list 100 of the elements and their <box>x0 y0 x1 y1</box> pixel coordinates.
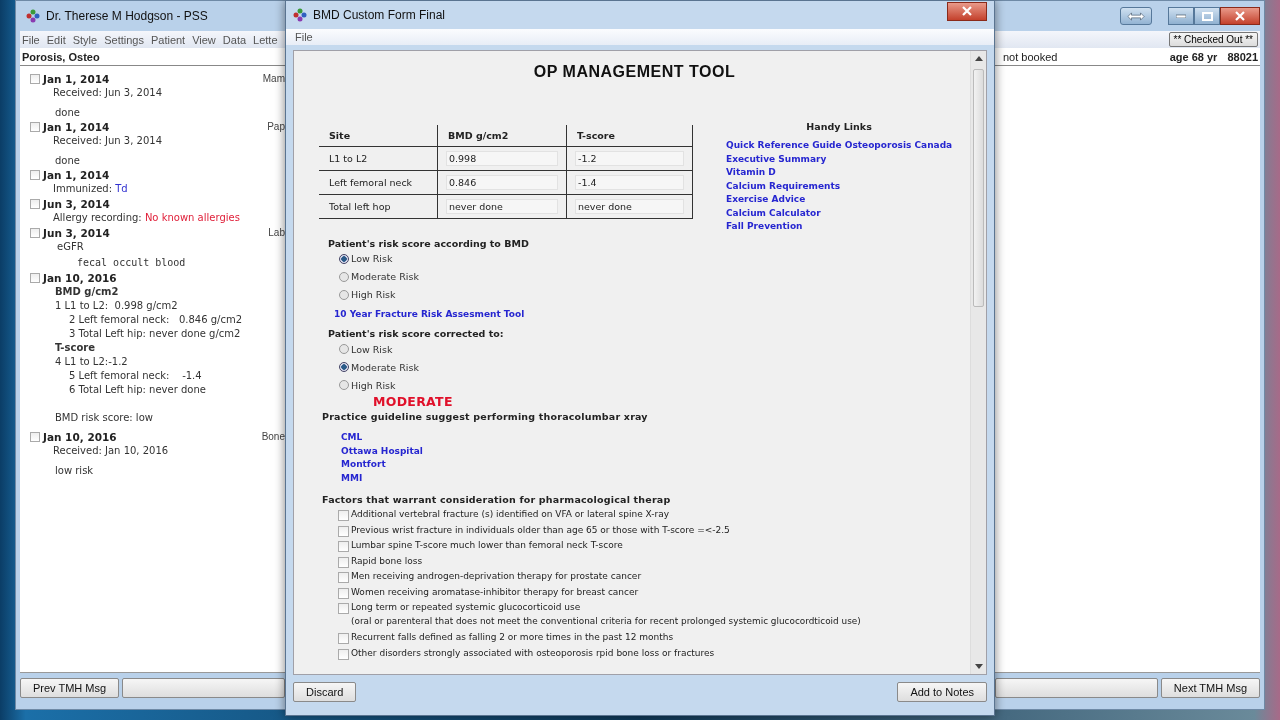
record-line: Immunized: Td <box>53 182 128 196</box>
radio-option[interactable]: Low Risk <box>339 340 419 358</box>
radio-option[interactable]: Moderate Risk <box>339 267 419 286</box>
scroll-thumb[interactable] <box>973 69 984 307</box>
menu-item[interactable]: Edit <box>46 33 66 46</box>
prev-message-button[interactable]: Prev TMH Msg <box>20 678 120 698</box>
section-label: Patient's risk score corrected to: <box>328 328 504 339</box>
record-line: done <box>55 106 80 119</box>
checkbox[interactable] <box>30 272 40 283</box>
link[interactable]: Calcium Calculator <box>726 206 821 220</box>
link[interactable]: Quick Reference Guide Osteoporosis Canada <box>726 139 953 153</box>
record-line: done <box>55 154 80 167</box>
factor-label: Previous wrist fracture in individuals older than age 65 or those with T-score =<-2.5 <box>351 523 730 537</box>
input-field[interactable]: -1.4 <box>575 175 684 190</box>
radio-option[interactable]: High Risk <box>339 285 419 304</box>
input-field[interactable]: 0.846 <box>446 175 558 190</box>
radio-option[interactable]: High Risk <box>339 376 419 394</box>
entry-type: Pap <box>267 121 285 132</box>
swap-button[interactable] <box>1120 7 1152 25</box>
blank-button[interactable] <box>122 678 285 698</box>
link[interactable]: Ottawa Hospital <box>341 444 423 458</box>
record-line: T-score <box>55 341 95 355</box>
factor-note: (oral or parenteral that does not meet the conventional criteria for recent prolonged systemic glucocordticoid use) <box>351 614 861 628</box>
checkbox[interactable] <box>338 556 349 568</box>
input-field[interactable]: never done <box>575 199 684 214</box>
checkbox[interactable] <box>338 648 349 660</box>
menu-item[interactable]: Patient <box>150 33 186 46</box>
checkbox[interactable] <box>30 73 40 84</box>
checkbox[interactable] <box>30 169 40 180</box>
entry-date: Jun 3, 2014 <box>43 197 110 210</box>
links-heading: Handy Links <box>805 121 873 132</box>
menu-item[interactable]: File <box>22 33 40 46</box>
entry-date: Jan 1, 2014 <box>43 120 110 133</box>
checkbox[interactable] <box>338 510 349 521</box>
checkbox[interactable] <box>338 541 349 552</box>
factor-label: Rapid bone loss <box>351 554 423 568</box>
record-line: 6 Total Left hip: never done <box>69 383 206 397</box>
entry-type: Mam <box>262 73 285 84</box>
factor-label: Long term or repeated systemic glucocorticoid use <box>351 601 582 614</box>
checkbox[interactable] <box>338 633 349 644</box>
link[interactable]: Exercise Advice <box>726 193 806 207</box>
checkbox[interactable] <box>30 227 40 238</box>
scroll-down-icon <box>974 664 983 669</box>
link[interactable]: CML <box>341 431 363 445</box>
factor-label: Additional vertebral fracture (s) identified on VFA or lateral spine X-ray <box>351 508 670 521</box>
column-header: BMD g/cm2 <box>437 125 567 147</box>
link[interactable]: Executive Summary <box>726 152 827 166</box>
link[interactable]: Fall Prevention <box>726 220 803 234</box>
close-button[interactable] <box>1220 7 1260 25</box>
checkbox[interactable] <box>30 121 40 132</box>
discard-button[interactable]: Discard <box>293 682 357 702</box>
link[interactable]: Montfort <box>341 458 386 472</box>
minimize-button[interactable] <box>1168 7 1194 25</box>
maximize-button[interactable] <box>1194 7 1220 25</box>
record-line: 3 Total Left hip: never done g/cm2 <box>69 327 241 341</box>
radio-option[interactable]: Low Risk <box>339 249 419 268</box>
record-line: Allergy recording: No known allergies <box>53 211 240 225</box>
radio-option[interactable]: Moderate Risk <box>339 358 419 376</box>
record-line: BMD g/cm2 <box>55 285 119 299</box>
menu-item[interactable]: View <box>192 33 216 46</box>
table-cell: L1 to L2 <box>319 146 438 171</box>
patient-id: 88021 <box>1227 50 1258 63</box>
record-line: Received: Jan 10, 2016 <box>53 444 169 458</box>
record-line: BMD risk score: low <box>55 411 153 425</box>
menu-item[interactable]: File <box>295 31 313 43</box>
close-icon <box>962 6 972 16</box>
link[interactable]: MMI <box>341 471 363 485</box>
menu-item[interactable]: Data <box>222 33 247 46</box>
record-line: low risk <box>55 464 94 477</box>
checkbox[interactable] <box>338 572 349 583</box>
checkbox[interactable] <box>30 431 40 442</box>
scrollbar[interactable] <box>970 51 986 674</box>
link[interactable]: Vitamin D <box>726 166 776 180</box>
blank-button[interactable] <box>995 678 1158 698</box>
add-to-notes-button[interactable]: Add to Notes <box>897 682 987 702</box>
entry-date: Jan 1, 2014 <box>43 72 110 85</box>
close-button[interactable] <box>947 1 987 21</box>
table-cell: Total left hop <box>319 194 438 219</box>
checkbox[interactable] <box>338 587 349 599</box>
app-logo-icon <box>26 9 40 23</box>
link[interactable]: 10 Year Fracture Risk Assesment Tool <box>334 307 525 321</box>
menu-item[interactable]: Lette <box>253 33 278 46</box>
checkbox[interactable] <box>338 525 349 537</box>
input-field[interactable]: 0.998 <box>446 151 558 166</box>
input-field[interactable]: -1.2 <box>575 151 684 166</box>
booking-status: not booked <box>1003 50 1058 63</box>
record-line: Received: Jun 3, 2014 <box>53 86 163 100</box>
next-message-button[interactable]: Next TMH Msg <box>1160 678 1260 698</box>
checkbox[interactable] <box>338 603 349 614</box>
entry-type: Bone <box>261 431 285 442</box>
risk-result: MODERATE <box>373 394 453 409</box>
menu-item[interactable]: Style <box>72 33 98 46</box>
status-button[interactable]: ** Checked Out ** <box>1168 32 1258 47</box>
input-field[interactable]: never done <box>446 199 558 214</box>
checkbox[interactable] <box>30 198 40 209</box>
link[interactable]: Calcium Requirements <box>726 179 841 193</box>
maximize-icon <box>1201 11 1213 21</box>
record-line: 4 L1 to L2:-1.2 <box>55 355 128 369</box>
menu-item[interactable]: Settings <box>104 33 144 46</box>
section-label: Factors that warrant consideration for pharmacological therap <box>322 494 671 505</box>
